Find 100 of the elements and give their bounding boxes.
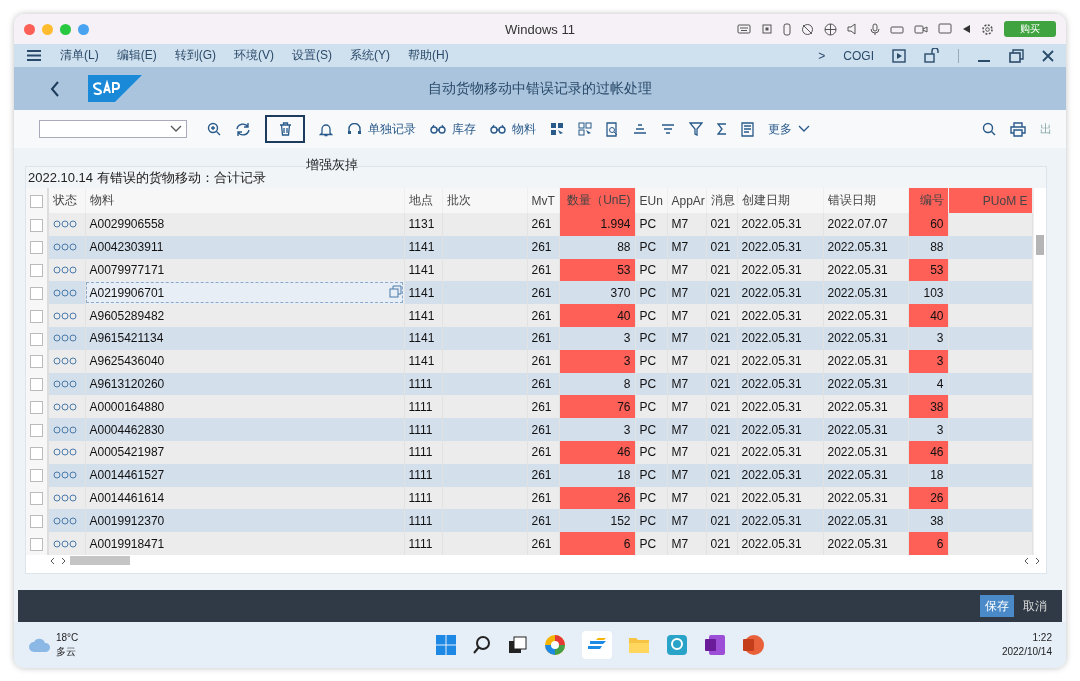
menu-item[interactable]: 设置(S) [292, 47, 332, 64]
search-icon[interactable] [982, 122, 996, 136]
unlock-icon[interactable] [924, 48, 940, 63]
column-header[interactable]: 地点 [404, 188, 442, 213]
row-checkbox[interactable] [30, 218, 43, 232]
restore-icon[interactable] [1009, 48, 1024, 63]
print-icon[interactable] [1010, 121, 1026, 137]
table-cell: M7 [671, 217, 689, 232]
column-header[interactable]: 创建日期 [737, 188, 823, 213]
table-cell: 3 [623, 354, 631, 369]
table-cell: 2022.05.31 [741, 490, 802, 505]
variant-dropdown[interactable] [39, 120, 187, 138]
row-checkbox[interactable] [30, 423, 43, 437]
keyboard-icon[interactable] [737, 24, 751, 34]
menu-item[interactable]: 帮助(H) [408, 47, 449, 64]
search-icon[interactable] [472, 635, 493, 655]
triangle-icon[interactable] [962, 24, 971, 34]
zoom-in-icon[interactable] [207, 122, 221, 136]
column-header[interactable]: 消息 [706, 188, 737, 213]
back-icon[interactable] [50, 80, 60, 97]
column-header[interactable]: 错误日期 [823, 188, 908, 213]
table-cell: 2022.05.31 [827, 445, 888, 460]
row-checkbox[interactable] [30, 446, 43, 460]
settings-icon[interactable] [981, 22, 994, 36]
menu-item[interactable]: 清单(L) [60, 47, 99, 64]
video-icon[interactable] [914, 24, 928, 34]
report-icon[interactable] [741, 121, 754, 137]
table-cell: A9605289482 [89, 308, 165, 323]
column-header[interactable]: AppAr [667, 188, 706, 213]
sort-descending-icon[interactable] [661, 123, 675, 135]
delete-button[interactable] [265, 115, 305, 143]
footer-button[interactable]: 取消 [1018, 595, 1052, 617]
copy-icon[interactable] [388, 285, 402, 299]
row-checkbox[interactable] [30, 309, 43, 323]
chip-icon[interactable] [761, 23, 773, 35]
row-checkbox[interactable] [30, 264, 43, 278]
play-icon[interactable] [892, 48, 906, 63]
row-checkbox[interactable] [30, 514, 43, 528]
row-checkbox[interactable] [30, 286, 43, 300]
more-chevron[interactable]: > [818, 48, 826, 63]
sort-ascending-icon[interactable] [633, 123, 647, 135]
footer-button[interactable]: 保存 [980, 595, 1014, 617]
menu-icon[interactable] [26, 49, 42, 62]
refresh-icon[interactable] [235, 121, 251, 137]
column-header[interactable]: 状态 [48, 188, 85, 213]
table-cell: 2022.05.31 [827, 376, 888, 391]
horizontal-scrollbar[interactable] [70, 556, 130, 566]
toolbar-button[interactable]: 物料 [490, 120, 536, 138]
row-checkbox[interactable] [30, 400, 43, 414]
document-search-icon[interactable] [606, 121, 619, 137]
row-checkbox[interactable] [30, 492, 43, 506]
more-button[interactable]: 更多 [768, 120, 810, 138]
row-checkbox[interactable] [30, 241, 43, 255]
sum-icon[interactable] [717, 123, 727, 135]
fullscreen-light[interactable] [78, 23, 89, 35]
color-wheel-icon[interactable] [544, 634, 567, 656]
filter-icon[interactable] [689, 122, 703, 136]
column-header[interactable]: EUn [635, 188, 667, 213]
task-view-icon[interactable] [508, 635, 529, 655]
status-icon [53, 288, 77, 297]
table-cell: 53 [617, 263, 631, 277]
table-cell: 261 [531, 354, 552, 369]
row-checkbox[interactable] [30, 355, 43, 369]
table-cell: M7 [671, 308, 689, 323]
windows-icon[interactable] [436, 635, 457, 655]
status-icon [53, 220, 77, 229]
table-cell: 261 [531, 240, 552, 255]
close-icon[interactable] [1042, 49, 1054, 62]
row-checkbox[interactable] [30, 332, 43, 346]
scroll-arrows-icon[interactable] [1023, 556, 1040, 565]
table-cell: 021 [710, 490, 731, 505]
scroll-arrows-icon[interactable] [50, 556, 66, 565]
layout-icon[interactable] [550, 122, 564, 136]
zoom-light[interactable] [60, 23, 71, 35]
row-checkbox[interactable] [30, 537, 43, 551]
column-header[interactable]: 批次 [442, 188, 527, 213]
menu-item[interactable]: 转到(G) [174, 47, 216, 64]
toolbar-button[interactable]: 单独记录 [347, 120, 416, 138]
menu-item[interactable]: 系统(Y) [350, 47, 390, 64]
table-cell: PC [639, 240, 657, 255]
close-light[interactable] [24, 23, 35, 35]
column-header[interactable]: 物料 [85, 188, 404, 213]
table-cell: PC [639, 468, 657, 483]
caret-icon [170, 125, 182, 133]
toolbar-button[interactable]: 库存 [430, 120, 476, 138]
table-cell: 3 [623, 331, 631, 346]
menu-item[interactable]: 编辑(E) [116, 47, 157, 64]
select-all-checkbox[interactable] [30, 194, 43, 208]
table-cell: 021 [710, 263, 731, 277]
table-cell: PC [639, 399, 657, 414]
status-icon [53, 425, 77, 434]
column-header[interactable]: MvT [527, 188, 559, 213]
bell-icon[interactable] [319, 121, 333, 137]
row-checkbox[interactable] [30, 469, 43, 483]
row-checkbox[interactable] [30, 378, 43, 392]
table-cell: 8 [623, 376, 631, 391]
table-cell: 3 [623, 422, 631, 437]
menu-item[interactable]: 环境(V) [234, 47, 274, 64]
grid-icon[interactable] [578, 122, 592, 136]
microphone-icon[interactable] [870, 22, 880, 36]
